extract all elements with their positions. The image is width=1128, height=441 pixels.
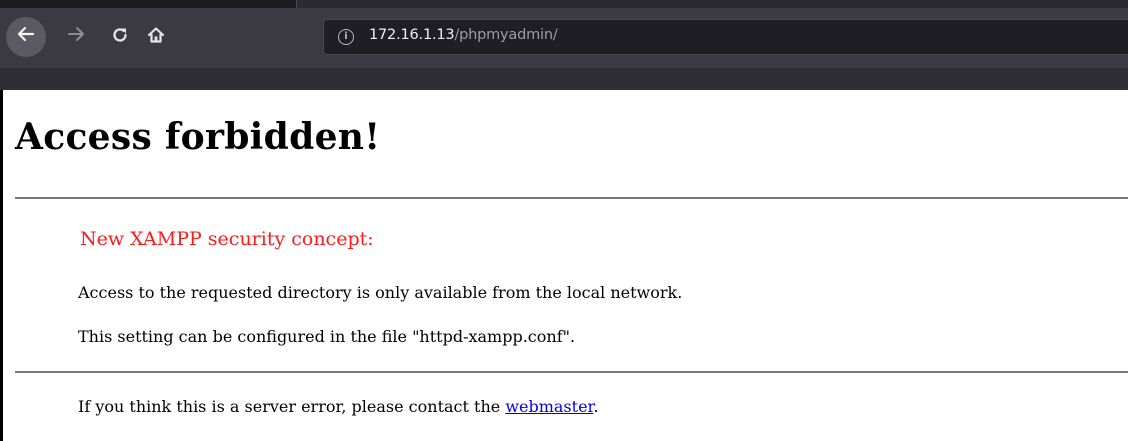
reload-button[interactable] — [104, 21, 136, 53]
browser-chrome: i 172.16.1.13/phpmyadmin/ — [0, 0, 1128, 90]
forward-arrow-icon — [66, 24, 86, 50]
url-path: /phpmyadmin/ — [454, 27, 558, 43]
info-icon[interactable]: i — [338, 29, 354, 45]
url-text[interactable]: 172.16.1.13/phpmyadmin/ — [369, 27, 558, 43]
back-arrow-icon — [16, 24, 36, 50]
back-button[interactable] — [6, 17, 46, 57]
active-tab[interactable] — [296, 0, 1128, 8]
config-message: This setting can be configured in the fi… — [78, 327, 576, 346]
security-heading: New XAMPP security concept: — [80, 228, 374, 250]
access-message: Access to the requested directory is onl… — [78, 283, 683, 302]
page-left-border — [0, 90, 3, 441]
address-bar[interactable]: i 172.16.1.13/phpmyadmin/ — [323, 19, 1128, 55]
divider — [15, 197, 1128, 199]
reload-icon — [111, 25, 129, 49]
webmaster-link[interactable]: webmaster — [505, 397, 593, 416]
page-title: Access forbidden! — [15, 116, 381, 158]
url-host: 172.16.1.13 — [369, 27, 455, 43]
page-content: Access forbidden! New XAMPP security con… — [0, 90, 1128, 441]
contact-message: If you think this is a server error, ple… — [78, 397, 599, 416]
home-button[interactable] — [140, 21, 172, 53]
contact-suffix: . — [593, 397, 599, 416]
forward-button[interactable] — [60, 21, 92, 53]
contact-text: If you think this is a server error, ple… — [78, 397, 506, 416]
divider — [15, 371, 1128, 373]
home-icon — [147, 26, 165, 48]
tab-strip — [0, 0, 1128, 8]
toolbar-bottom-strip — [0, 68, 1128, 90]
